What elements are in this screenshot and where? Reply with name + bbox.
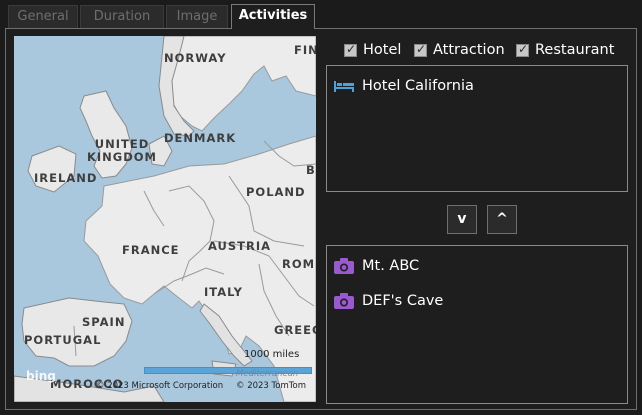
filter-restaurant[interactable]: ✓ Restaurant <box>516 41 614 59</box>
map-label-spain: SPAIN <box>82 315 126 329</box>
check-icon: ✓ <box>416 41 427 56</box>
map-scale-label: 1000 miles <box>244 349 300 360</box>
map-label-finland: FIN <box>294 43 316 57</box>
map-copyright-microsoft: © 2023 Microsoft Corporation <box>96 381 224 391</box>
bed-icon <box>333 77 355 95</box>
map-copyright-tomtom: © 2023 TomTom <box>236 381 306 391</box>
map-label-greece: GREECE <box>274 323 316 337</box>
map-label-france: FRANCE <box>122 243 180 257</box>
attractions-listbox[interactable]: Mt. ABC DEF's Cave <box>326 245 628 404</box>
list-item-label: DEF's Cave <box>362 293 444 309</box>
tab-duration[interactable]: Duration <box>80 5 164 28</box>
map-label-romania: ROM <box>282 257 316 271</box>
hotel-checkbox-label: Hotel <box>363 42 402 58</box>
hotel-checkbox[interactable]: ✓ <box>344 41 357 57</box>
map-label-ireland: IRELAND <box>34 171 98 185</box>
map-label-portugal: PORTUGAL <box>24 333 102 347</box>
restaurant-checkbox-label: Restaurant <box>535 42 615 58</box>
list-item-label: Mt. ABC <box>362 258 420 274</box>
attraction-checkbox[interactable]: ✓ <box>414 41 427 57</box>
map-label-uk: UNITED KINGDOM <box>86 137 158 164</box>
map-label-belarus: B <box>306 163 316 177</box>
tab-bar: General Duration Image Activities <box>0 0 642 29</box>
map-view[interactable]: NORWAY FIN UNITED KINGDOM DENMARK IRELAN… <box>14 36 316 402</box>
tab-image[interactable]: Image <box>166 5 228 28</box>
move-up-button[interactable]: ^ <box>487 205 517 234</box>
tab-general[interactable]: General <box>8 5 78 28</box>
map-terrain <box>14 36 316 402</box>
camera-icon <box>333 292 355 310</box>
map-label-italy: ITALY <box>204 285 243 299</box>
restaurant-checkbox[interactable]: ✓ <box>516 41 529 57</box>
list-item[interactable]: Mt. ABC <box>333 256 419 276</box>
check-icon: ✓ <box>518 41 529 56</box>
map-label-austria: AUSTRIA <box>208 239 272 253</box>
hotels-listbox[interactable]: Hotel California <box>326 65 628 192</box>
attraction-checkbox-label: Attraction <box>433 42 505 58</box>
tab-activities[interactable]: Activities <box>231 4 315 29</box>
list-item-label: Hotel California <box>362 78 474 94</box>
map-label-poland: POLAND <box>246 185 306 199</box>
move-down-button[interactable]: v <box>447 205 477 234</box>
map-label-norway: NORWAY <box>164 51 227 65</box>
filter-attraction[interactable]: ✓ Attraction <box>414 41 505 59</box>
check-icon: ✓ <box>346 41 357 56</box>
list-item[interactable]: Hotel California <box>333 76 474 96</box>
bing-logo: bing <box>26 369 56 383</box>
map-label-denmark: DENMARK <box>164 131 237 145</box>
camera-icon <box>333 257 355 275</box>
list-item[interactable]: DEF's Cave <box>333 291 443 311</box>
filter-hotel[interactable]: ✓ Hotel <box>344 41 401 59</box>
